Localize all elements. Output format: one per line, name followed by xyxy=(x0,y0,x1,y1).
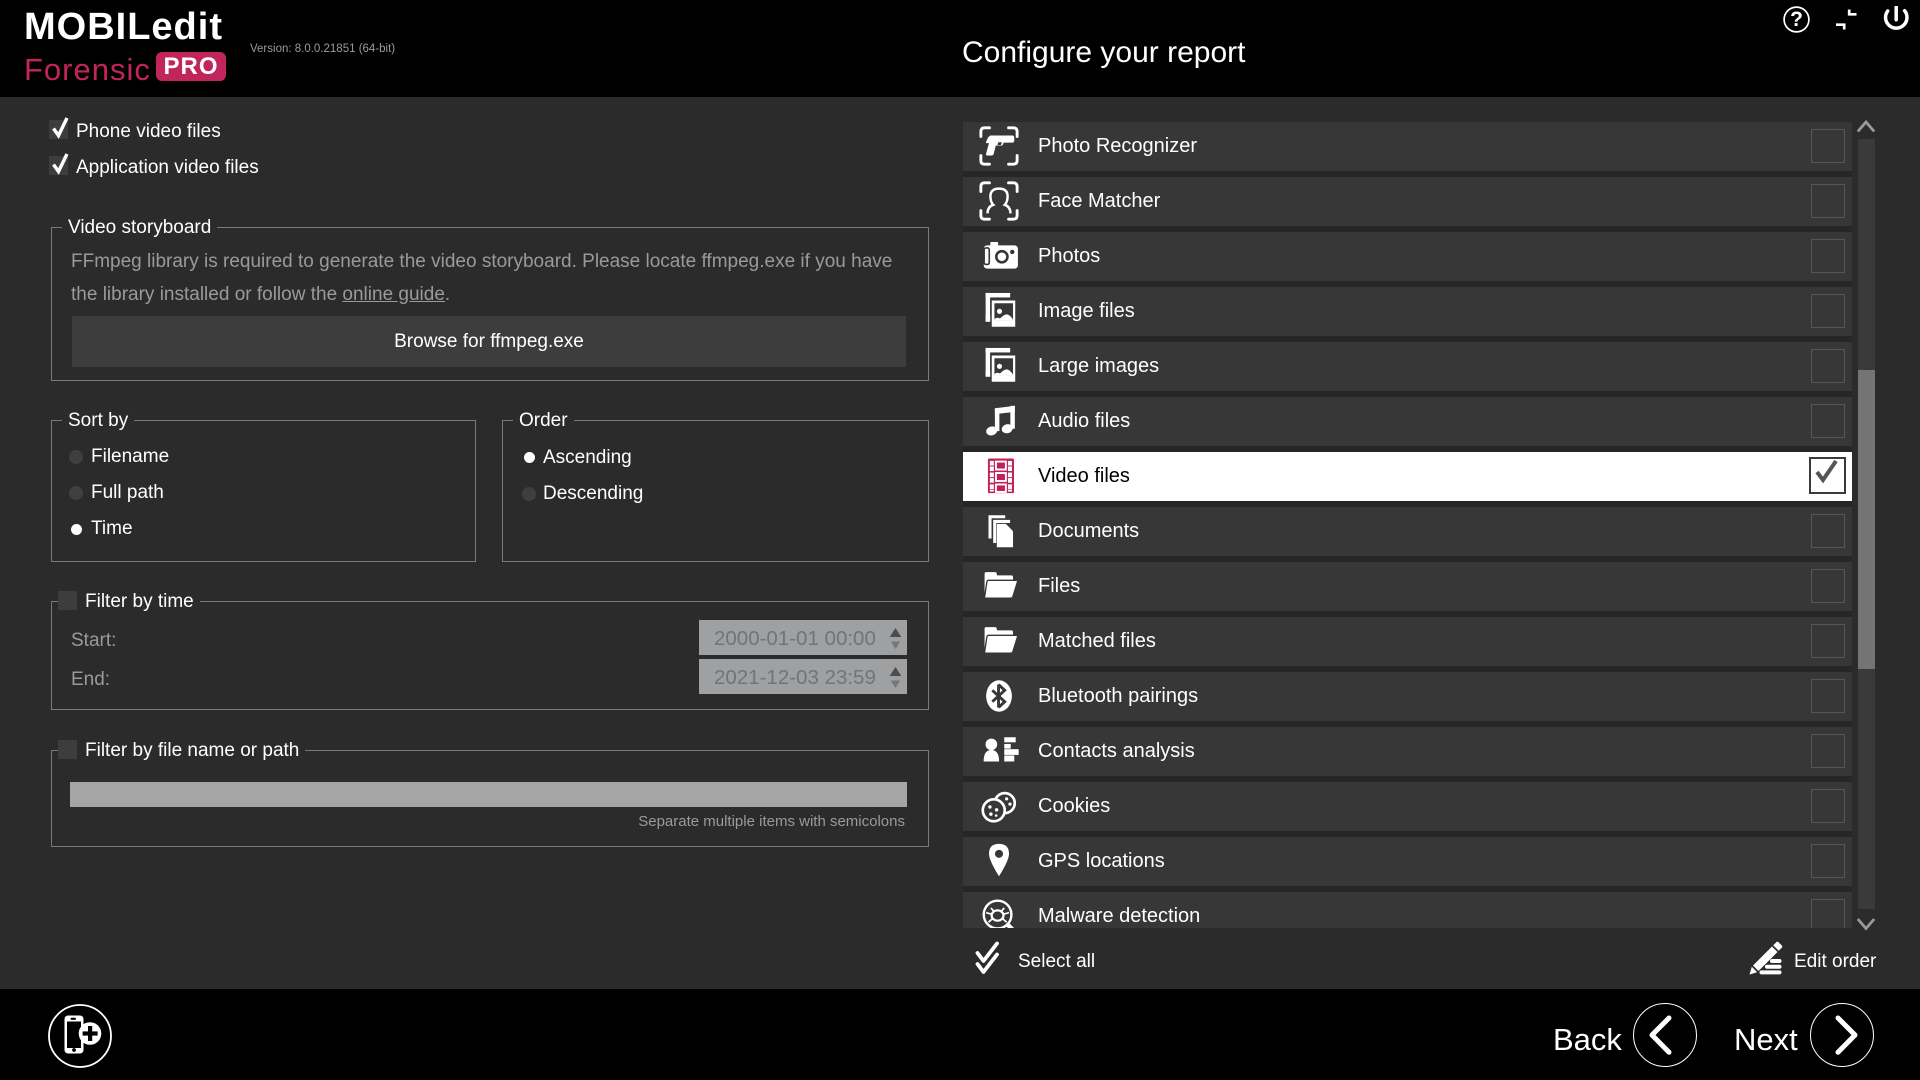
svg-text:?: ? xyxy=(1790,8,1803,31)
